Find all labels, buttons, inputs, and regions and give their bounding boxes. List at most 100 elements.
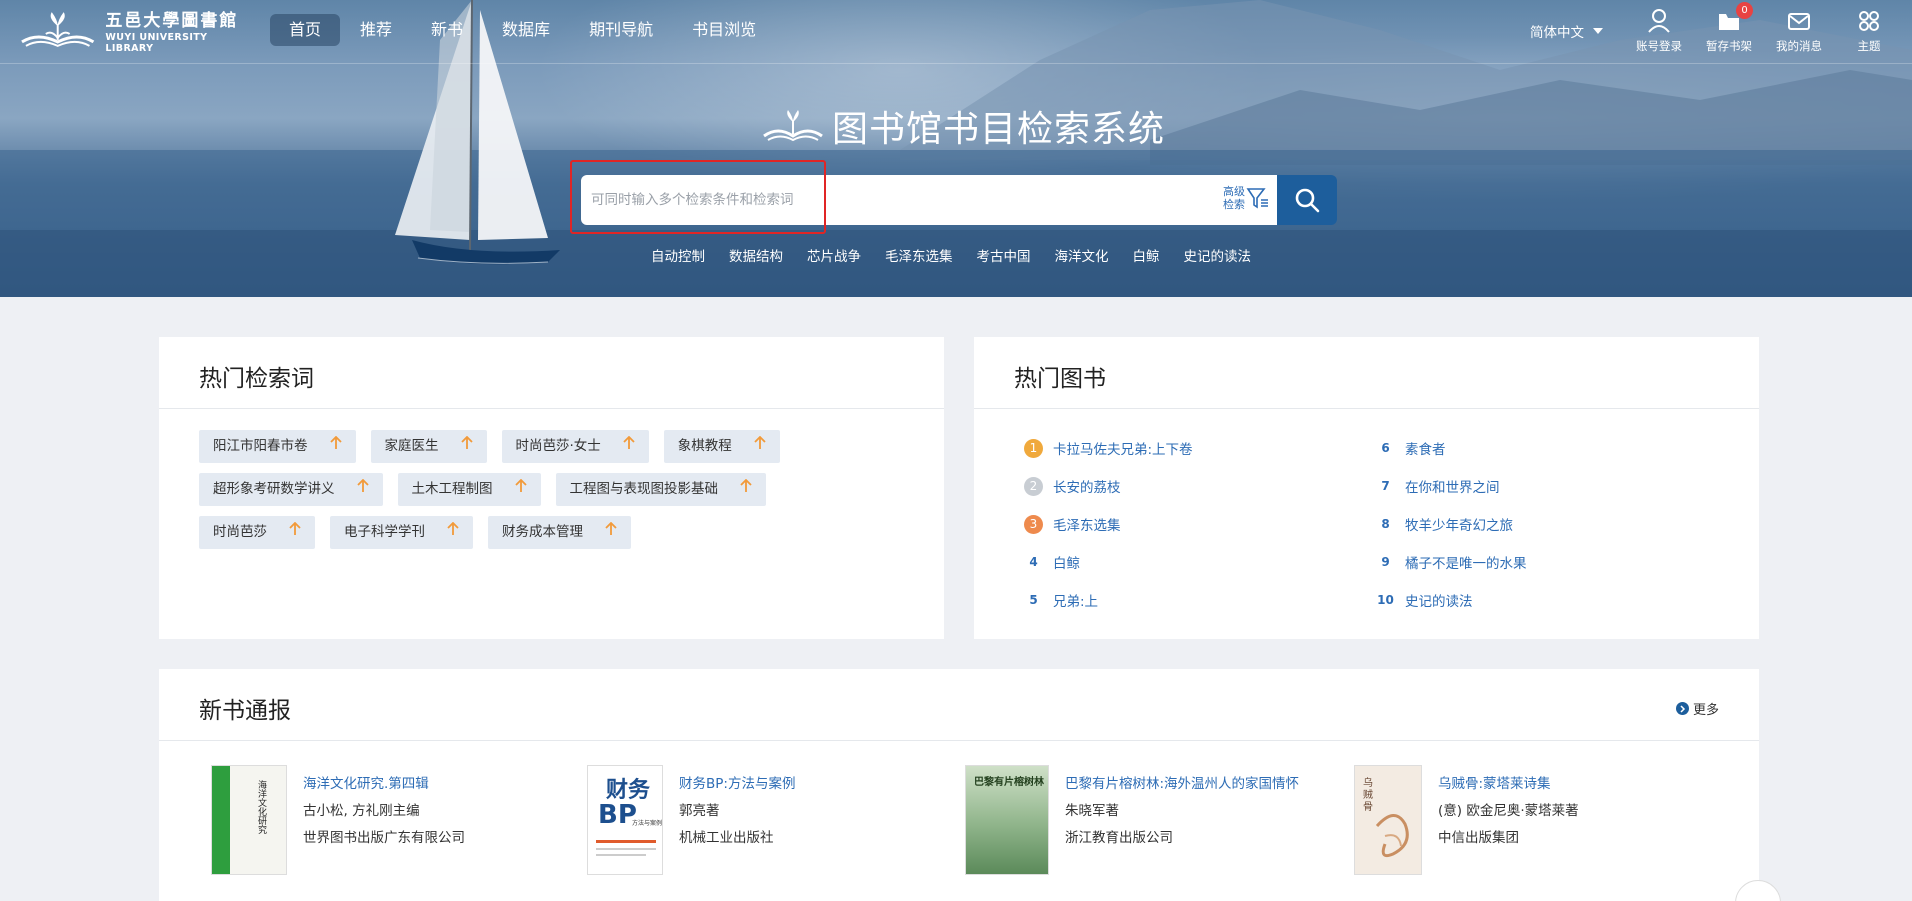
- nav-recommend[interactable]: 推荐: [341, 14, 411, 46]
- hot-search-tag[interactable]: 象棋教程: [663, 430, 780, 463]
- book-cover[interactable]: 乌贼骨: [1354, 765, 1422, 875]
- hot-book-item[interactable]: 7 在你和世界之间: [1376, 467, 1527, 505]
- rank-number: 6: [1381, 440, 1390, 455]
- hot-book-item[interactable]: 6 素食者: [1376, 429, 1527, 467]
- hot-book-item[interactable]: 9 橘子不是唯一的水果: [1376, 543, 1527, 581]
- book-author: 朱晓军著: [1065, 803, 1119, 819]
- arrow-up-icon: [289, 516, 301, 549]
- tag-label: 象棋教程: [677, 438, 732, 454]
- more-label: 更多: [1692, 703, 1719, 718]
- hot-search-tag[interactable]: 财务成本管理: [488, 516, 631, 549]
- theme-button[interactable]: 主题: [1834, 8, 1904, 54]
- new-books-card: 新书通报 更多 海洋文化研究 海洋文化研究.第四辑 古小松, 方礼刚主编 世界图…: [159, 669, 1759, 901]
- hot-book-item[interactable]: 2 长安的荔枝: [1024, 467, 1193, 505]
- advanced-search-label-line1: 高级: [1223, 185, 1245, 198]
- hot-search-tag[interactable]: 电子科学学刊: [330, 516, 473, 549]
- hero-hot-word[interactable]: 海洋文化: [1055, 245, 1109, 265]
- more-link[interactable]: 更多: [1675, 699, 1719, 718]
- hot-book-item[interactable]: 3 毛泽东选集: [1024, 505, 1193, 543]
- hot-search-tag[interactable]: 超形象考研数学讲义: [199, 473, 383, 506]
- tag-label: 家庭医生: [384, 438, 439, 454]
- logo-chinese-name: 五邑大學圖書館: [105, 11, 239, 31]
- tag-label: 工程图与表现图投影基础: [569, 481, 719, 497]
- hot-search-tag[interactable]: 工程图与表现图投影基础: [555, 473, 766, 506]
- hot-book-title: 素食者: [1405, 442, 1446, 458]
- tag-row: 阳江市阳春市卷 家庭医生 时尚芭莎·女士 象棋教程: [199, 430, 919, 463]
- hero-hot-word[interactable]: 史记的读法: [1184, 245, 1252, 265]
- top-navigation-bar: 五邑大學圖書館 WUYI UNIVERSITY LIBRARY 首页 推荐 新书…: [0, 0, 1912, 64]
- language-selector[interactable]: 简体中文: [1530, 21, 1603, 41]
- rank-number: 4: [1029, 554, 1038, 569]
- login-button[interactable]: 账号登录: [1624, 8, 1694, 54]
- caret-down-icon: [1593, 28, 1603, 34]
- new-book-item[interactable]: 巴黎有片榕树林 巴黎有片榕树林:海外温州人的家国情怀 朱晓军著 浙江教育出版公司: [965, 765, 1299, 875]
- hot-search-tags: 阳江市阳春市卷 家庭医生 时尚芭莎·女士 象棋教程 超形象考研数学讲义 土木工程…: [199, 430, 919, 559]
- advanced-search-button[interactable]: 高级 检索: [1222, 185, 1270, 211]
- book-title[interactable]: 财务BP:方法与案例: [679, 772, 795, 792]
- advanced-search-label: 高级 检索: [1222, 185, 1246, 211]
- search-input[interactable]: [591, 185, 1151, 215]
- book-title[interactable]: 海洋文化研究.第四辑: [303, 772, 465, 792]
- hot-book-item[interactable]: 5 兄弟:上: [1024, 581, 1193, 619]
- book-title[interactable]: 巴黎有片榕树林:海外温州人的家国情怀: [1065, 772, 1299, 792]
- new-book-item[interactable]: 财务 BP 方法与案例 财务BP:方法与案例 郭亮著 机械工业出版社: [587, 765, 795, 875]
- hot-search-tag[interactable]: 土木工程制图: [397, 473, 541, 506]
- hero-hot-word[interactable]: 白鲸: [1133, 245, 1160, 265]
- hot-book-title: 白鲸: [1053, 556, 1080, 572]
- book-author: 古小松, 方礼刚主编: [303, 803, 420, 819]
- cover-green-stripe: [212, 766, 230, 874]
- book-cover[interactable]: 巴黎有片榕树林: [965, 765, 1049, 875]
- library-logo[interactable]: 五邑大學圖書館 WUYI UNIVERSITY LIBRARY: [18, 10, 258, 54]
- cover-text: 巴黎有片榕树林: [974, 777, 1044, 788]
- nav-new-books[interactable]: 新书: [412, 14, 482, 46]
- nav-database[interactable]: 数据库: [483, 14, 569, 46]
- hot-book-item[interactable]: 8 牧羊少年奇幻之旅: [1376, 505, 1527, 543]
- chevron-right-icon: [1675, 702, 1689, 715]
- new-books-title: 新书通报: [199, 698, 291, 724]
- cover-grey-line: [596, 848, 656, 850]
- nav-catalog-browse[interactable]: 书目浏览: [673, 14, 775, 46]
- search-icon: [1295, 188, 1320, 213]
- book-author: (意) 欧金尼奥·蒙塔莱著: [1438, 803, 1579, 819]
- hot-books-header: 热门图书: [974, 337, 1759, 409]
- hot-book-item[interactable]: 1 卡拉马佐夫兄弟:上下卷: [1024, 429, 1193, 467]
- hot-book-item[interactable]: 4 白鲸: [1024, 543, 1193, 581]
- cover-grey-line: [596, 854, 646, 856]
- nav-journal-guide[interactable]: 期刊导航: [570, 14, 672, 46]
- search-button[interactable]: [1277, 175, 1337, 225]
- nav-home[interactable]: 首页: [270, 14, 341, 46]
- logo-text: 五邑大學圖書館 WUYI UNIVERSITY LIBRARY: [105, 6, 258, 54]
- cover-text: 海洋文化研究: [256, 780, 266, 834]
- temp-shelf-button[interactable]: 0 暂存书架: [1694, 2, 1764, 54]
- book-title[interactable]: 乌贼骨:蒙塔莱诗集: [1438, 772, 1579, 792]
- logo-english-name: WUYI UNIVERSITY LIBRARY: [105, 32, 208, 54]
- book-cover[interactable]: 海洋文化研究: [211, 765, 287, 875]
- tag-label: 时尚芭莎: [213, 524, 267, 540]
- rank-number: 5: [1029, 592, 1038, 607]
- hero-hot-word[interactable]: 数据结构: [729, 245, 783, 265]
- hot-search-header: 热门检索词: [159, 337, 944, 409]
- hero-hot-word[interactable]: 自动控制: [651, 245, 705, 265]
- hot-book-title: 长安的荔枝: [1053, 480, 1121, 496]
- new-book-item[interactable]: 海洋文化研究 海洋文化研究.第四辑 古小松, 方礼刚主编 世界图书出版广东有限公…: [211, 765, 465, 875]
- hot-book-title: 橘子不是唯一的水果: [1405, 556, 1527, 572]
- hero-hot-word[interactable]: 芯片战争: [807, 245, 861, 265]
- arrow-up-icon: [356, 473, 369, 506]
- hot-search-tag[interactable]: 时尚芭莎·女士: [501, 430, 649, 463]
- open-book-title-icon: [763, 110, 823, 142]
- hot-search-tag[interactable]: 时尚芭莎: [199, 516, 315, 549]
- messages-button[interactable]: 我的消息: [1764, 8, 1834, 54]
- book-cover[interactable]: 财务 BP 方法与案例: [587, 765, 663, 875]
- arrow-up-icon: [605, 516, 617, 549]
- hero-hot-word[interactable]: 考古中国: [977, 245, 1031, 265]
- hot-search-tag[interactable]: 家庭医生: [370, 430, 487, 463]
- tag-label: 土木工程制图: [411, 481, 493, 497]
- hot-book-item[interactable]: 10 史记的读法: [1376, 581, 1527, 619]
- open-book-logo-icon: [21, 12, 95, 47]
- hero-hot-word[interactable]: 毛泽东选集: [885, 245, 953, 265]
- new-book-item[interactable]: 乌贼骨 乌贼骨:蒙塔莱诗集 (意) 欧金尼奥·蒙塔莱著 中信出版集团: [1354, 765, 1579, 875]
- tag-label: 时尚芭莎·女士: [515, 438, 601, 454]
- arrow-up-icon: [329, 430, 342, 463]
- hot-search-tag[interactable]: 阳江市阳春市卷: [199, 430, 356, 463]
- rank-medal-bronze: 3: [1024, 514, 1043, 534]
